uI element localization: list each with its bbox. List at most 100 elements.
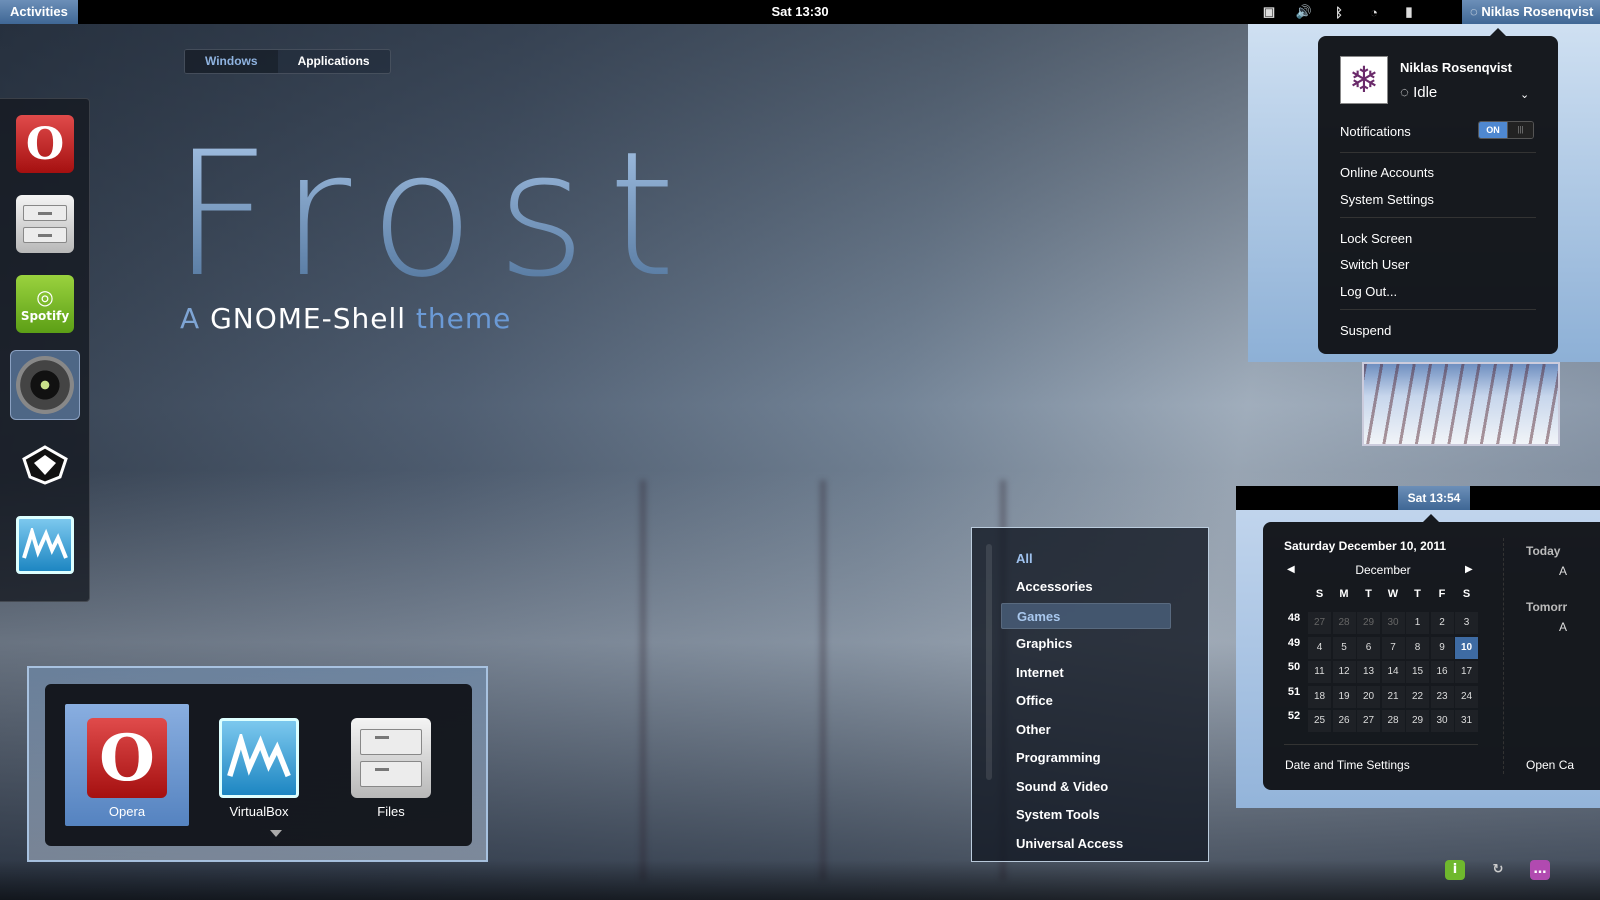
- calendar-day[interactable]: 7: [1381, 636, 1405, 659]
- hero-title: Frost: [172, 114, 698, 315]
- calendar-day[interactable]: 11: [1308, 661, 1331, 683]
- switcher-item-virtualbox[interactable]: VirtualBox: [197, 704, 321, 826]
- calendar-week-number: 49: [1287, 636, 1301, 649]
- category-programming[interactable]: Programming: [1001, 745, 1171, 771]
- battery-icon[interactable]: ▮: [1392, 0, 1426, 24]
- dash-item-camera[interactable]: [10, 350, 80, 420]
- dash-item-spotify[interactable]: ◎ Spotify: [10, 269, 80, 339]
- events-tomorrow-label: Tomorr: [1526, 600, 1568, 614]
- category-other[interactable]: Other: [1001, 717, 1171, 743]
- calendar-day[interactable]: 16: [1430, 661, 1454, 683]
- calendar-day[interactable]: 20: [1357, 685, 1380, 708]
- camera-icon: [16, 356, 74, 414]
- toggle-knob: |||: [1507, 122, 1533, 138]
- prev-month-icon[interactable]: ◀: [1287, 564, 1295, 575]
- category-office[interactable]: Office: [1001, 688, 1171, 714]
- volume-icon[interactable]: 🔊: [1287, 0, 1321, 24]
- menu-item-online-accounts[interactable]: Online Accounts: [1340, 165, 1434, 180]
- calendar-day[interactable]: 10: [1455, 636, 1478, 659]
- category-system-tools[interactable]: System Tools: [1001, 802, 1171, 828]
- calendar-day[interactable]: 3: [1455, 612, 1478, 634]
- next-month-icon[interactable]: ▶: [1465, 564, 1473, 575]
- files-icon: [16, 195, 74, 253]
- menu-item-suspend[interactable]: Suspend: [1340, 323, 1391, 338]
- category-universal-access[interactable]: Universal Access: [1001, 831, 1171, 857]
- category-games[interactable]: Games: [1001, 603, 1171, 629]
- tab-windows[interactable]: Windows: [185, 50, 278, 73]
- category-accessories[interactable]: Accessories: [1001, 574, 1171, 600]
- notifications-toggle[interactable]: ON |||: [1478, 121, 1534, 139]
- calendar-day[interactable]: 14: [1381, 661, 1405, 683]
- calendar-day[interactable]: 29: [1406, 710, 1429, 732]
- calendar-day[interactable]: 30: [1381, 612, 1405, 634]
- menu-item-log-out[interactable]: Log Out...: [1340, 284, 1397, 299]
- calendar-day[interactable]: 5: [1332, 636, 1356, 659]
- status-selector[interactable]: ◌ Idle: [1400, 84, 1437, 101]
- menu-item-system-settings[interactable]: System Settings: [1340, 192, 1434, 207]
- app-categories: All Accessories Games Graphics Internet …: [971, 527, 1209, 862]
- switcher-item-files[interactable]: Files: [329, 704, 453, 826]
- calendar-day[interactable]: 28: [1332, 612, 1356, 634]
- wallpaper-row: [820, 480, 826, 880]
- switcher-item-opera[interactable]: O Opera: [65, 704, 189, 826]
- calendar-day[interactable]: 24: [1455, 685, 1478, 708]
- expand-arrow-icon[interactable]: [270, 830, 282, 837]
- calendar-dow: F: [1438, 588, 1446, 600]
- calendar-day[interactable]: 2: [1430, 612, 1454, 634]
- calendar-day[interactable]: 4: [1308, 636, 1331, 659]
- refresh-icon[interactable]: ↻: [1488, 860, 1508, 880]
- calendar-day[interactable]: 26: [1332, 710, 1356, 732]
- dash-item-files[interactable]: [10, 189, 80, 259]
- categories-scrollbar[interactable]: [986, 544, 992, 780]
- wifi-icon[interactable]: ◔: [1357, 0, 1391, 24]
- calendar-day[interactable]: 31: [1455, 710, 1478, 732]
- date-time-settings-link[interactable]: Date and Time Settings: [1285, 758, 1410, 772]
- calendar-day[interactable]: 23: [1430, 685, 1454, 708]
- category-sound-video[interactable]: Sound & Video: [1001, 774, 1171, 800]
- chevron-down-icon[interactable]: ⌄: [1520, 88, 1529, 101]
- dash-item-virtualbox[interactable]: [10, 510, 80, 580]
- notifications-label: Notifications: [1340, 124, 1411, 139]
- dash-item-inkscape[interactable]: [10, 430, 80, 500]
- calendar-day[interactable]: 21: [1381, 685, 1405, 708]
- category-graphics[interactable]: Graphics: [1001, 631, 1171, 657]
- calendar-dow: T: [1365, 588, 1372, 600]
- menu-item-switch-user[interactable]: Switch User: [1340, 257, 1409, 272]
- avatar[interactable]: ❄: [1340, 56, 1388, 104]
- calendar-day[interactable]: 8: [1406, 636, 1429, 659]
- tab-applications[interactable]: Applications: [278, 50, 390, 73]
- calendar-day[interactable]: 18: [1308, 685, 1331, 708]
- display-icon[interactable]: ▣: [1252, 0, 1286, 24]
- calendar-day[interactable]: 27: [1357, 710, 1380, 732]
- calendar-day[interactable]: 19: [1332, 685, 1356, 708]
- spotify-label: Spotify: [20, 309, 70, 323]
- window-thumbnail[interactable]: [1362, 362, 1560, 446]
- category-all[interactable]: All: [1001, 546, 1171, 572]
- calendar-day[interactable]: 12: [1332, 661, 1356, 683]
- calendar-day[interactable]: 1: [1406, 612, 1429, 634]
- calendar-day[interactable]: 27: [1308, 612, 1331, 634]
- bluetooth-icon[interactable]: ᛒ: [1322, 0, 1356, 24]
- calendar-clock-button[interactable]: Sat 13:54: [1398, 486, 1470, 510]
- calendar-day[interactable]: 28: [1381, 710, 1405, 732]
- calendar-day[interactable]: 17: [1455, 661, 1478, 683]
- calendar-day[interactable]: 30: [1430, 710, 1454, 732]
- inkscape-icon: [16, 436, 74, 494]
- calendar-day[interactable]: 15: [1406, 661, 1429, 683]
- hero-sub-a: A: [180, 302, 201, 335]
- menu-item-lock-screen[interactable]: Lock Screen: [1340, 231, 1412, 246]
- chat-icon[interactable]: …: [1530, 860, 1550, 880]
- open-calendar-link[interactable]: Open Ca: [1526, 758, 1574, 772]
- user-menu-button[interactable]: ◌ Niklas Rosenqvist: [1462, 0, 1600, 24]
- category-internet[interactable]: Internet: [1001, 660, 1171, 686]
- calendar-day[interactable]: 6: [1357, 636, 1380, 659]
- dash-item-opera[interactable]: O: [10, 109, 80, 179]
- calendar-day[interactable]: 29: [1357, 612, 1380, 634]
- calendar-day[interactable]: 25: [1308, 710, 1331, 732]
- user-name: Niklas Rosenqvist: [1481, 4, 1594, 19]
- calendar-day[interactable]: 9: [1430, 636, 1454, 659]
- events-tomorrow-item: A: [1559, 620, 1568, 634]
- calendar-day[interactable]: 22: [1406, 685, 1429, 708]
- calendar-day[interactable]: 13: [1357, 661, 1380, 683]
- info-icon[interactable]: i: [1445, 860, 1465, 880]
